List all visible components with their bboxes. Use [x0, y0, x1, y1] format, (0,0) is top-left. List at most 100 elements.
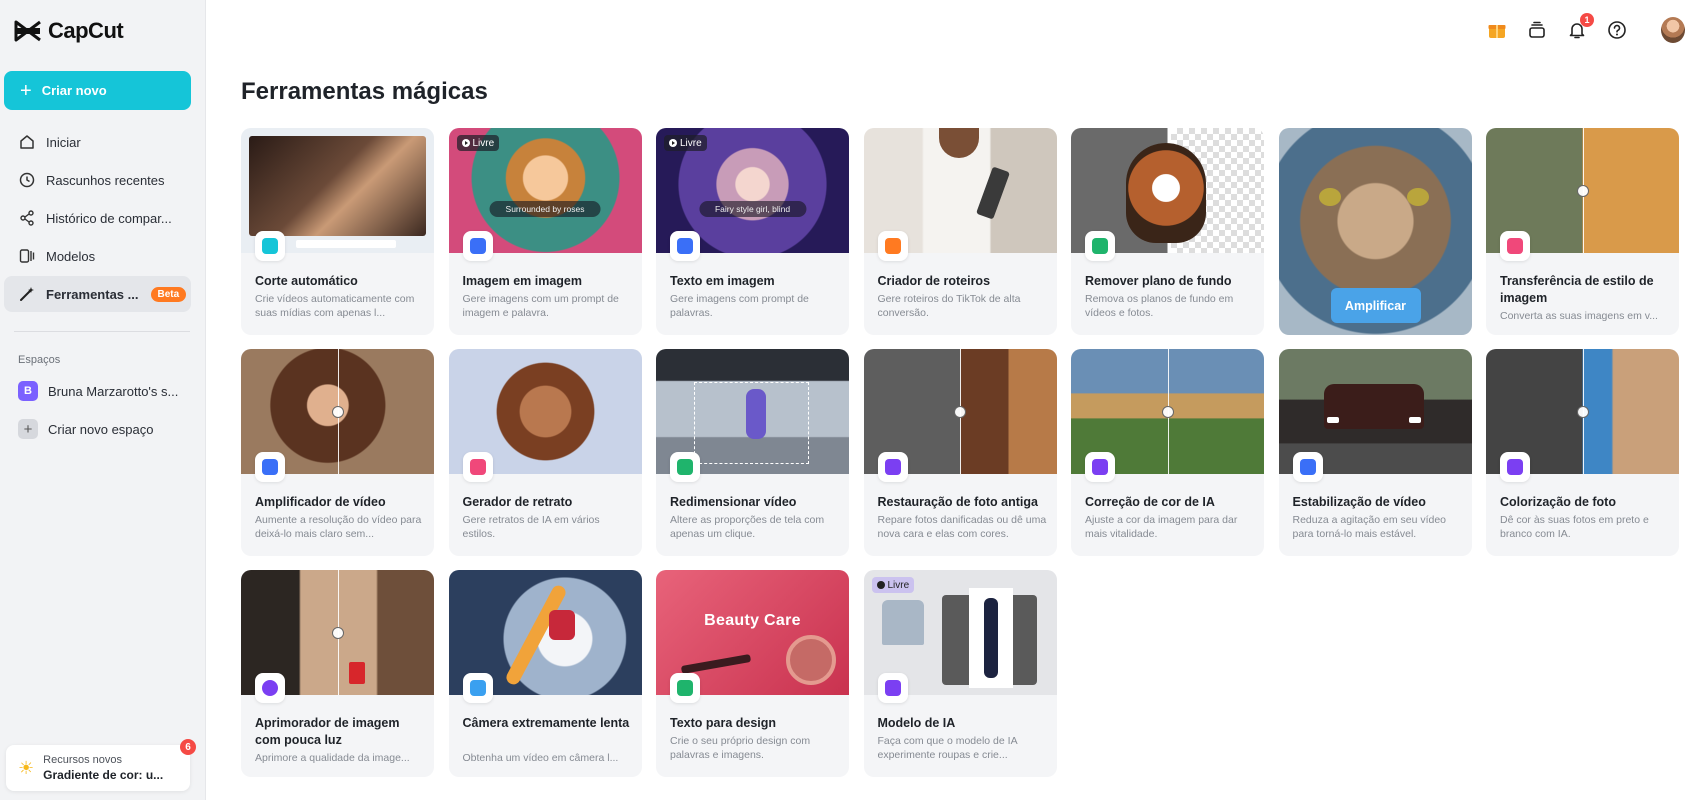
- upscale-button[interactable]: Amplificar: [1330, 288, 1421, 323]
- tool-description: Gere imagens com um prompt de imagem e p…: [462, 293, 619, 319]
- bell-icon[interactable]: 1: [1565, 13, 1594, 42]
- sidebar-item-label: Iniciar: [46, 134, 81, 150]
- image-to-image-icon: [462, 231, 493, 261]
- play-icon: [669, 139, 677, 147]
- play-icon: [461, 139, 470, 147]
- sun-icon: ☀: [18, 757, 35, 778]
- tool-card-upscale[interactable]: Amplificar: [1278, 128, 1472, 335]
- tool-title: Estabilização de vídeo: [1292, 495, 1426, 509]
- compare-handle[interactable]: [1576, 405, 1589, 418]
- capcut-logo-icon: [14, 20, 41, 42]
- tool-card-ai-model[interactable]: Livre Modelo de IA Faça com que o modelo…: [863, 570, 1057, 777]
- tool-card-slow-motion[interactable]: Câmera extremamente lenta Obtenha um víd…: [448, 570, 642, 777]
- tool-card-video-upscaler[interactable]: Amplificador de vídeo Aumente a resoluçã…: [241, 349, 434, 556]
- home-icon: [18, 133, 36, 151]
- space-label: Bruna Marzarotto's s...: [48, 383, 179, 399]
- resize-icon: [670, 452, 700, 482]
- spaces-label: Espaços: [18, 354, 61, 366]
- tool-card-photo-restoration[interactable]: Restauração de foto antiga Repare fotos …: [863, 349, 1057, 556]
- space-item-bruna[interactable]: B Bruna Marzarotto's s...: [18, 380, 178, 402]
- compare-handle[interactable]: [331, 626, 344, 639]
- user-avatar[interactable]: [1661, 17, 1685, 43]
- avatar-image: [1661, 17, 1685, 43]
- capcut-logo[interactable]: CapCut: [14, 16, 124, 46]
- restoration-icon: [877, 452, 908, 482]
- tool-description: Ajuste a cor da imagem para dar mais vit…: [1085, 514, 1238, 540]
- video-upscaler-icon: [255, 452, 285, 482]
- plus-icon: +: [20, 79, 32, 102]
- plus-icon: +: [18, 419, 38, 439]
- create-new-button[interactable]: + Criar novo: [4, 71, 191, 110]
- ai-model-icon: [877, 673, 908, 703]
- sidebar-item-label: Ferramentas ...: [46, 286, 139, 302]
- tool-card-script-creator[interactable]: Criador de roteiros Gere roteiros do Tik…: [863, 128, 1057, 335]
- tool-card-auto-cut[interactable]: Corte automático Crie vídeos automaticam…: [241, 128, 434, 335]
- tool-title: Correção de cor de IA: [1085, 495, 1215, 509]
- tool-title: Texto para design: [670, 716, 777, 730]
- tool-card-remove-background[interactable]: Remover plano de fundo Remova os planos …: [1071, 128, 1264, 335]
- tool-title: Câmera extremamente lenta: [462, 716, 630, 730]
- compare-handle[interactable]: [331, 405, 344, 418]
- templates-icon: [18, 247, 36, 265]
- auto-cut-icon: [255, 231, 285, 261]
- tool-description: Dê cor às suas fotos em preto e branco c…: [1500, 514, 1649, 540]
- new-features-card[interactable]: ☀ Recursos novos Gradiente de cor: u... …: [6, 739, 196, 791]
- script-icon: [877, 231, 908, 261]
- sidebar-item-templates[interactable]: Modelos: [4, 238, 191, 274]
- clock-icon: [18, 171, 36, 189]
- create-space-button[interactable]: + Criar novo espaço: [18, 418, 154, 440]
- sidebar-item-magic-tools[interactable]: Ferramentas ... Beta: [4, 276, 191, 312]
- compare-handle[interactable]: [1161, 405, 1174, 418]
- tool-title: Colorização de foto: [1500, 495, 1616, 509]
- prompt-caption: Fairy style girl, blind: [698, 201, 807, 217]
- sidebar-item-label: Rascunhos recentes: [46, 172, 165, 188]
- tool-card-video-stabilization[interactable]: Estabilização de vídeo Reduza a agitação…: [1278, 349, 1472, 556]
- tool-title: Redimensionar vídeo: [670, 495, 797, 509]
- tool-description: Repare fotos danificadas ou dê uma nova …: [877, 514, 1047, 540]
- tool-description: Faça com que o modelo de IA experimente …: [877, 735, 1018, 761]
- news-title: Gradiente de cor: u...: [43, 768, 164, 782]
- tool-description: Remova os planos de fundo em vídeos e fo…: [1085, 293, 1234, 319]
- compare-handle[interactable]: [954, 405, 966, 418]
- beta-badge: Beta: [150, 286, 187, 302]
- notification-badge: 1: [1580, 13, 1594, 27]
- sidebar-item-label: Histórico de compar...: [46, 210, 172, 226]
- tool-card-text-to-design[interactable]: Beauty Care Texto para design Crie o seu…: [656, 570, 849, 777]
- tool-description: Converta as suas imagens em v...: [1500, 310, 1658, 322]
- tool-card-photo-colorization[interactable]: Colorização de foto Dê cor às suas fotos…: [1486, 349, 1679, 556]
- tool-card-resize-video[interactable]: Redimensionar vídeo Altere as proporções…: [656, 349, 849, 556]
- help-icon[interactable]: [1605, 18, 1629, 42]
- text-to-design-icon: [670, 673, 700, 703]
- sidebar-item-share-history[interactable]: Histórico de compar...: [4, 200, 191, 236]
- news-label: Recursos novos: [43, 754, 123, 766]
- tool-description: Gere retratos de IA em vários estilos.: [462, 514, 600, 540]
- tool-card-image-to-image[interactable]: Livre Surrounded by roses Imagem em imag…: [448, 128, 642, 335]
- sidebar: CapCut + Criar novo Iniciar Rascunhos re…: [0, 0, 206, 800]
- share-icon: [18, 209, 36, 227]
- tools-grid: Corte automático Crie vídeos automaticam…: [241, 128, 1679, 777]
- compare-handle[interactable]: [1576, 184, 1589, 197]
- tool-description: Aumente a resolução do vídeo para deixá-…: [255, 514, 422, 540]
- free-badge: Livre: [456, 135, 500, 151]
- sidebar-item-home[interactable]: Iniciar: [4, 124, 191, 160]
- gift-icon[interactable]: [1485, 18, 1509, 42]
- free-badge: Livre: [871, 577, 915, 593]
- tool-card-style-transfer[interactable]: Transferência de estilo de imagem Conver…: [1486, 128, 1679, 335]
- tool-title: Restauração de foto antiga: [877, 495, 1038, 509]
- layers-icon[interactable]: [1525, 18, 1549, 42]
- sidebar-item-recent-drafts[interactable]: Rascunhos recentes: [4, 162, 191, 198]
- create-new-label: Criar novo: [41, 83, 107, 98]
- tool-description: Altere as proporções de tela com apenas …: [670, 514, 825, 540]
- tool-card-text-to-image[interactable]: Livre Fairy style girl, blind Texto em i…: [656, 128, 849, 335]
- tool-description: Reduza a agitação em seu vídeo para torn…: [1292, 514, 1447, 540]
- tool-card-ai-color-correction[interactable]: Correção de cor de IA Ajuste a cor da im…: [1071, 349, 1264, 556]
- tool-card-low-light-enhancer[interactable]: Aprimorador de imagem com pouca luz Apri…: [241, 570, 434, 777]
- remove-background-icon: [1085, 231, 1115, 261]
- tool-card-portrait-generator[interactable]: Gerador de retrato Gere retratos de IA e…: [448, 349, 642, 556]
- sidebar-item-label: Modelos: [46, 248, 96, 264]
- design-title: Beauty Care: [704, 612, 801, 629]
- style-transfer-icon: [1500, 231, 1530, 261]
- tool-title: Texto em imagem: [670, 274, 775, 288]
- tool-description: Obtenha um vídeo em câmera l...: [462, 752, 619, 764]
- create-space-label: Criar novo espaço: [48, 421, 154, 437]
